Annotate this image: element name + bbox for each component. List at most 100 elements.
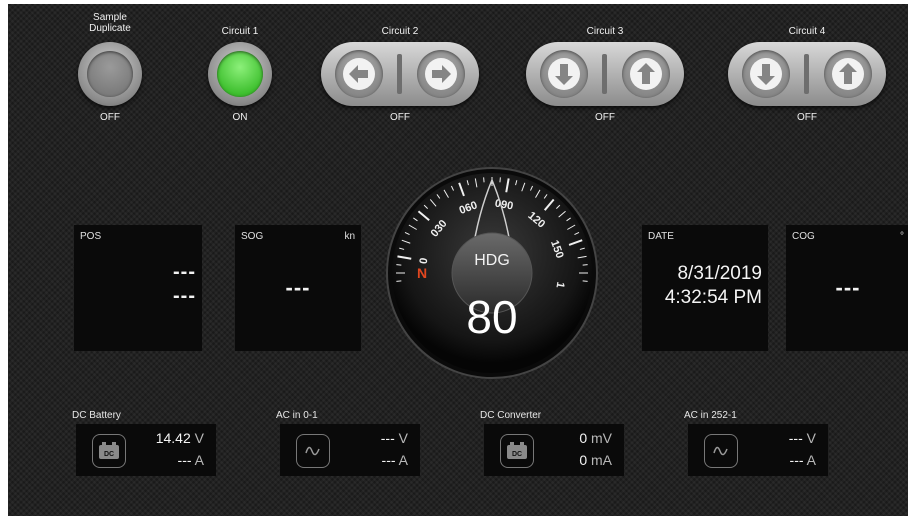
circuit-3-rocker[interactable] — [526, 42, 684, 106]
svg-text:DC: DC — [512, 451, 522, 458]
arrow-up-icon — [630, 58, 662, 90]
current-readout: --- A — [178, 452, 204, 468]
power-dc-converter[interactable]: DC Converter DC 0 mV 0 mA — [480, 410, 630, 480]
arrow-right-button[interactable] — [417, 50, 465, 98]
voltage-value: 14.42 — [155, 430, 191, 446]
cog-value: --- — [835, 275, 861, 300]
power-ac-in-252-1[interactable]: AC in 252-1 --- V --- A — [684, 410, 834, 480]
sog-tile[interactable]: SOG kn --- — [235, 225, 361, 351]
rocker-divider — [397, 54, 402, 94]
circuit-state: OFF — [390, 112, 410, 123]
current-unit: mA — [591, 452, 612, 468]
latitude-value: --- — [173, 261, 196, 283]
voltage-unit: mV — [591, 430, 612, 446]
circuit-state: OFF — [797, 112, 817, 123]
tile-unit: ° — [900, 231, 904, 242]
circuit-1[interactable]: Circuit 1 ON — [200, 8, 280, 123]
tile-unit: kn — [344, 231, 355, 242]
circuit-state: OFF — [100, 112, 120, 123]
heading-label: HDG — [474, 252, 510, 269]
circuit-2[interactable]: Circuit 2 OFF — [321, 8, 479, 123]
pos-tile[interactable]: POS --- --- — [74, 225, 202, 351]
power-box: DC 14.42 V --- A — [76, 424, 216, 476]
arrow-down-icon — [548, 58, 580, 90]
circuit-2-rocker[interactable] — [321, 42, 479, 106]
arrow-down-icon — [750, 58, 782, 90]
voltage-unit: V — [398, 430, 408, 446]
compass-dial: 0030060 0901201501N — [386, 167, 598, 379]
current-readout: --- A — [382, 452, 408, 468]
current-value: --- — [381, 452, 396, 468]
arrow-left-icon — [343, 58, 375, 90]
current-readout: --- A — [790, 452, 816, 468]
arrow-up-button[interactable] — [622, 50, 670, 98]
circuit-4-rocker[interactable] — [728, 42, 886, 106]
circuit-label: Circuit 4 — [788, 26, 826, 37]
dc-battery-icon: DC — [500, 434, 534, 468]
voltage-readout: --- V — [789, 430, 816, 446]
indicator-light — [217, 51, 263, 97]
power-box: --- V --- A — [280, 424, 420, 476]
voltage-value: 0 — [579, 430, 588, 446]
current-unit: A — [398, 452, 408, 468]
cog-tile[interactable]: COG ° --- — [786, 225, 908, 351]
digital-switching-screen: Sample Duplicate OFF Circuit 1 ON Circui… — [8, 4, 908, 516]
power-label: AC in 252-1 — [684, 410, 737, 421]
current-value: --- — [789, 452, 804, 468]
longitude-value: --- — [173, 285, 196, 307]
rocker-divider — [602, 54, 607, 94]
sog-value: --- — [285, 275, 311, 300]
power-label: DC Converter — [480, 410, 542, 421]
arrow-right-icon — [425, 58, 457, 90]
current-value: 0 — [579, 452, 588, 468]
dc-battery-icon: DC — [92, 434, 126, 468]
power-label: DC Battery — [72, 410, 121, 421]
power-label: AC in 0-1 — [276, 410, 318, 421]
voltage-value: --- — [380, 430, 395, 446]
heading-gauge: 0 030 060 090 120 150 1 N HDG 80 — [385, 166, 599, 380]
circuit-label: Circuit 3 — [586, 26, 624, 37]
time-value: 4:32:54 PM — [664, 287, 762, 308]
circuit-state: ON — [232, 112, 248, 123]
power-ac-in-0-1[interactable]: AC in 0-1 --- V --- A — [276, 410, 426, 480]
circuit-3[interactable]: Circuit 3 OFF — [526, 8, 684, 123]
tile-title: DATE — [648, 231, 674, 242]
voltage-readout: --- V — [381, 430, 408, 446]
date-value: 8/31/2019 — [677, 263, 762, 284]
indicator-light — [87, 51, 133, 97]
arrow-down-button[interactable] — [540, 50, 588, 98]
tile-title: POS — [80, 231, 102, 242]
tile-title: SOG — [241, 231, 264, 242]
voltage-unit: V — [194, 430, 204, 446]
circuit-sample-duplicate[interactable]: Sample Duplicate OFF — [70, 8, 150, 123]
power-box: --- V --- A — [688, 424, 828, 476]
circuit-label: Circuit 1 — [221, 26, 259, 37]
circuit-1-button[interactable] — [208, 42, 272, 106]
voltage-value: --- — [788, 430, 803, 446]
circuit-4[interactable]: Circuit 4 OFF — [728, 8, 886, 123]
arrow-up-button[interactable] — [824, 50, 872, 98]
circuit-state: OFF — [595, 112, 615, 123]
current-unit: A — [194, 452, 204, 468]
voltage-readout: 14.42 V — [156, 430, 204, 446]
current-readout: 0 mA — [579, 452, 612, 468]
circuit-sample-duplicate-button[interactable] — [78, 42, 142, 106]
arrow-down-button[interactable] — [742, 50, 790, 98]
power-dc-battery[interactable]: DC Battery DC 14.42 V --- A — [72, 410, 222, 480]
tile-title: COG — [792, 231, 815, 242]
current-unit: A — [806, 452, 816, 468]
ac-sine-icon — [704, 434, 738, 468]
rocker-divider — [804, 54, 809, 94]
power-box: DC 0 mV 0 mA — [484, 424, 624, 476]
date-tile[interactable]: DATE 8/31/2019 4:32:54 PM — [642, 225, 768, 351]
circuit-label: Sample Duplicate — [89, 12, 131, 34]
current-value: --- — [177, 452, 192, 468]
ac-sine-icon — [296, 434, 330, 468]
arrow-left-button[interactable] — [335, 50, 383, 98]
circuit-label: Circuit 2 — [381, 26, 419, 37]
voltage-unit: V — [806, 430, 816, 446]
heading-value: 80 — [466, 291, 518, 343]
svg-text:DC: DC — [104, 451, 114, 458]
arrow-up-icon — [832, 58, 864, 90]
voltage-readout: 0 mV — [579, 430, 612, 446]
